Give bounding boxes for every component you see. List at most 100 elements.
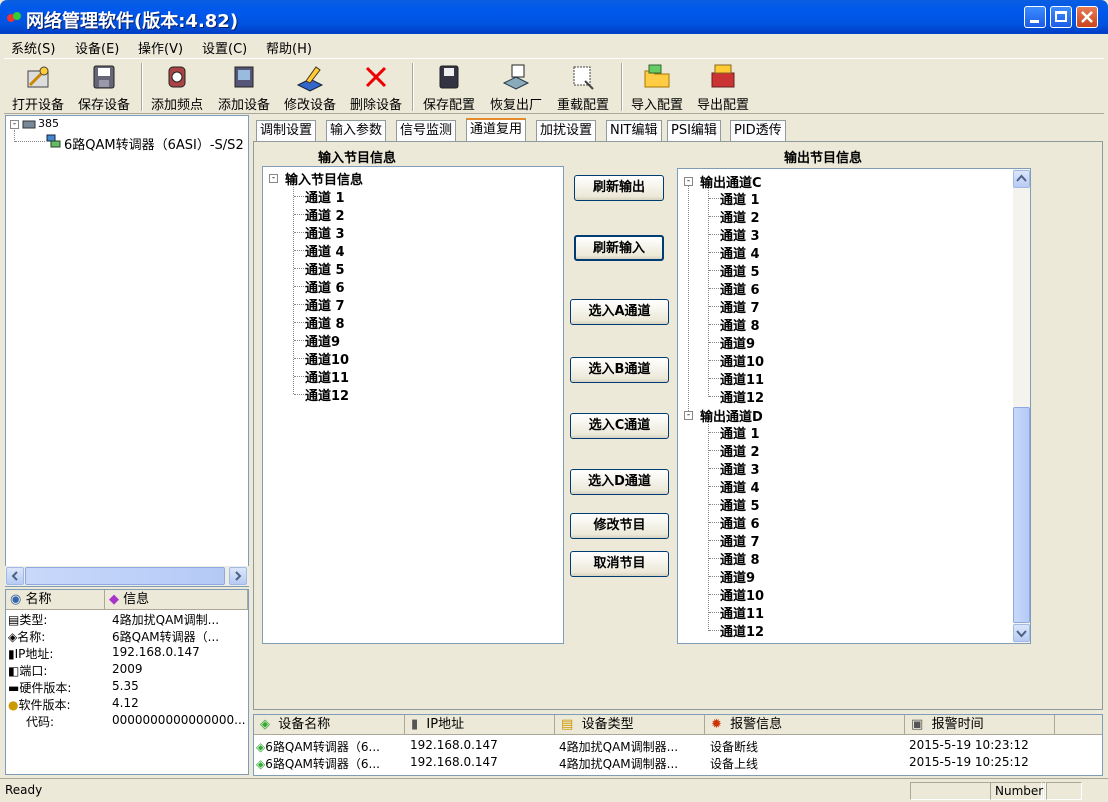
channel-node[interactable]: 通道 5 xyxy=(720,495,760,514)
maximize-button[interactable] xyxy=(1050,6,1072,28)
channel-node[interactable]: 通道9 xyxy=(305,331,340,350)
modify-program-button[interactable]: 修改节目 xyxy=(570,513,669,539)
input-root-node[interactable]: 输入节目信息 xyxy=(285,169,363,188)
channel-node[interactable]: 通道 4 xyxy=(305,241,345,260)
channel-node[interactable]: 通道 2 xyxy=(720,441,760,460)
scroll-left-arrow-icon[interactable] xyxy=(6,567,24,585)
tab-signal-monitor[interactable]: 信号监测 xyxy=(396,120,457,141)
channel-node[interactable]: 通道 3 xyxy=(720,459,760,478)
cancel-program-button[interactable]: 取消节目 xyxy=(570,551,669,577)
tab-channel-mux[interactable]: 通道复用 xyxy=(466,118,527,142)
add-frequency-button[interactable]: 添加频点 xyxy=(145,61,209,113)
alarm-header-alarm-info[interactable]: ✹ 报警信息 xyxy=(705,715,905,735)
tab-scramble[interactable]: 加扰设置 xyxy=(536,120,597,141)
alarm-cell: 2015-5-19 10:23:12 xyxy=(909,738,1029,752)
channel-node[interactable]: 通道 7 xyxy=(305,295,345,314)
channel-node[interactable]: 通道11 xyxy=(720,603,764,622)
alarm-row[interactable]: ◈6路QAM转调器（6... 192.168.0.147 4路加扰QAM调制器...… xyxy=(254,754,1102,771)
select-a-channel-button[interactable]: 选入A通道 xyxy=(570,299,669,325)
channel-node[interactable]: 通道 2 xyxy=(720,207,760,226)
channel-node[interactable]: 通道 6 xyxy=(720,513,760,532)
channel-node[interactable]: 通道 4 xyxy=(720,243,760,262)
open-device-button[interactable]: 打开设备 xyxy=(6,61,70,113)
scroll-up-arrow-icon[interactable] xyxy=(1013,170,1030,188)
save-device-icon xyxy=(93,65,115,89)
modify-device-button[interactable]: 修改设备 xyxy=(278,61,342,113)
channel-node[interactable]: 通道 7 xyxy=(720,531,760,550)
channel-node[interactable]: 通道 1 xyxy=(720,189,760,208)
channel-node[interactable]: 通道 2 xyxy=(305,205,345,224)
menu-system[interactable]: 系统(S) xyxy=(11,38,55,57)
menu-settings[interactable]: 设置(C) xyxy=(202,38,247,57)
channel-node[interactable]: 通道12 xyxy=(720,621,764,640)
channel-node[interactable]: 通道 8 xyxy=(305,313,345,332)
select-d-channel-button[interactable]: 选入D通道 xyxy=(570,469,669,495)
channel-node[interactable]: 通道10 xyxy=(720,351,764,370)
alarm-cell: 设备断线 xyxy=(710,740,759,754)
refresh-output-button[interactable]: 刷新输出 xyxy=(574,175,664,201)
menu-help[interactable]: 帮助(H) xyxy=(266,38,312,57)
channel-node[interactable]: 通道 1 xyxy=(305,187,345,206)
input-root-toggle[interactable]: - xyxy=(269,174,278,183)
alarm-header-ip[interactable]: ▮ IP地址 xyxy=(405,715,555,735)
channel-node[interactable]: 通道 8 xyxy=(720,549,760,568)
alarm-header-alarm-time[interactable]: ▣ 报警时间 xyxy=(905,715,1055,735)
delete-device-button[interactable]: 删除设备 xyxy=(344,61,408,113)
tab-pid-passthrough[interactable]: PID透传 xyxy=(730,120,786,141)
channel-node[interactable]: 通道 8 xyxy=(720,315,760,334)
output-group-d-toggle[interactable]: - xyxy=(684,411,693,420)
channel-node[interactable]: 通道 3 xyxy=(305,223,345,242)
tree-horizontal-scrollbar[interactable] xyxy=(5,566,249,586)
scroll-down-arrow-icon[interactable] xyxy=(1013,624,1030,642)
channel-node[interactable]: 通道12 xyxy=(720,387,764,406)
reload-config-button[interactable]: 重载配置 xyxy=(551,61,615,113)
alarm-header-device-type[interactable]: ▤ 设备类型 xyxy=(555,715,705,735)
channel-node[interactable]: 通道 7 xyxy=(720,297,760,316)
tree-root-label[interactable]: 385 xyxy=(38,117,59,130)
refresh-input-button[interactable]: 刷新输入 xyxy=(574,235,664,261)
channel-node[interactable]: 通道11 xyxy=(305,367,349,386)
menu-device[interactable]: 设备(E) xyxy=(75,38,119,57)
save-device-button[interactable]: 保存设备 xyxy=(72,61,136,113)
channel-node[interactable]: 通道10 xyxy=(305,349,349,368)
output-program-tree[interactable]: - 输出通道C 通道 1 通道 2 通道 3 通道 4 通道 5 通道 6 通道 7 通道 8… xyxy=(677,168,1031,644)
export-config-button[interactable]: 导出配置 xyxy=(691,61,755,113)
channel-node[interactable]: 通道 6 xyxy=(305,277,345,296)
info-header-info[interactable]: ◆ 信息 xyxy=(105,590,248,610)
tab-input-params[interactable]: 输入参数 xyxy=(326,120,387,141)
channel-node[interactable]: 通道12 xyxy=(305,385,349,404)
info-header-name[interactable]: ◉ 名称 xyxy=(6,590,105,610)
channel-node[interactable]: 通道11 xyxy=(720,369,764,388)
channel-node[interactable]: 通道 6 xyxy=(720,279,760,298)
tree-collapse-toggle[interactable]: - xyxy=(10,120,19,129)
tab-psi-edit[interactable]: PSI编辑 xyxy=(667,120,721,141)
device-tree: - 385 6路QAM转调器（6ASI）-S/S2 xyxy=(5,115,249,587)
menu-operation[interactable]: 操作(V) xyxy=(138,38,183,57)
select-b-channel-button[interactable]: 选入B通道 xyxy=(570,357,669,383)
tab-nit-edit[interactable]: NIT编辑 xyxy=(606,120,662,141)
save-config-button[interactable]: 保存配置 xyxy=(417,61,481,113)
scroll-thumb[interactable] xyxy=(1013,407,1030,623)
minimize-button[interactable] xyxy=(1024,6,1046,28)
close-button[interactable] xyxy=(1076,6,1098,28)
scroll-right-arrow-icon[interactable] xyxy=(229,567,247,585)
output-tree-scrollbar[interactable] xyxy=(1013,169,1030,643)
import-config-button[interactable]: 导入配置 xyxy=(625,61,689,113)
channel-node[interactable]: 通道 4 xyxy=(720,477,760,496)
channel-node[interactable]: 通道9 xyxy=(720,567,755,586)
channel-node[interactable]: 通道10 xyxy=(720,585,764,604)
channel-node[interactable]: 通道 1 xyxy=(720,423,760,442)
channel-node[interactable]: 通道 5 xyxy=(305,259,345,278)
alarm-header-device-name[interactable]: ◈ 设备名称 xyxy=(254,715,405,735)
tab-modulation[interactable]: 调制设置 xyxy=(256,120,317,141)
tree-device-label[interactable]: 6路QAM转调器（6ASI）-S/S2 xyxy=(64,134,244,153)
alarm-row[interactable]: ◈6路QAM转调器（6... 192.168.0.147 4路加扰QAM调制器...… xyxy=(254,737,1102,754)
select-c-channel-button[interactable]: 选入C通道 xyxy=(570,413,669,439)
channel-node[interactable]: 通道 3 xyxy=(720,225,760,244)
input-program-tree[interactable]: - 输入节目信息 通道 1 通道 2 通道 3 通道 4 通道 5 通道 6 通道 7 通道 … xyxy=(262,166,564,644)
factory-reset-button[interactable]: 恢复出厂 xyxy=(484,61,548,113)
channel-node[interactable]: 通道9 xyxy=(720,333,755,352)
channel-node[interactable]: 通道 5 xyxy=(720,261,760,280)
alarm-cell: 192.168.0.147 xyxy=(410,755,498,769)
add-device-button[interactable]: 添加设备 xyxy=(212,61,276,113)
